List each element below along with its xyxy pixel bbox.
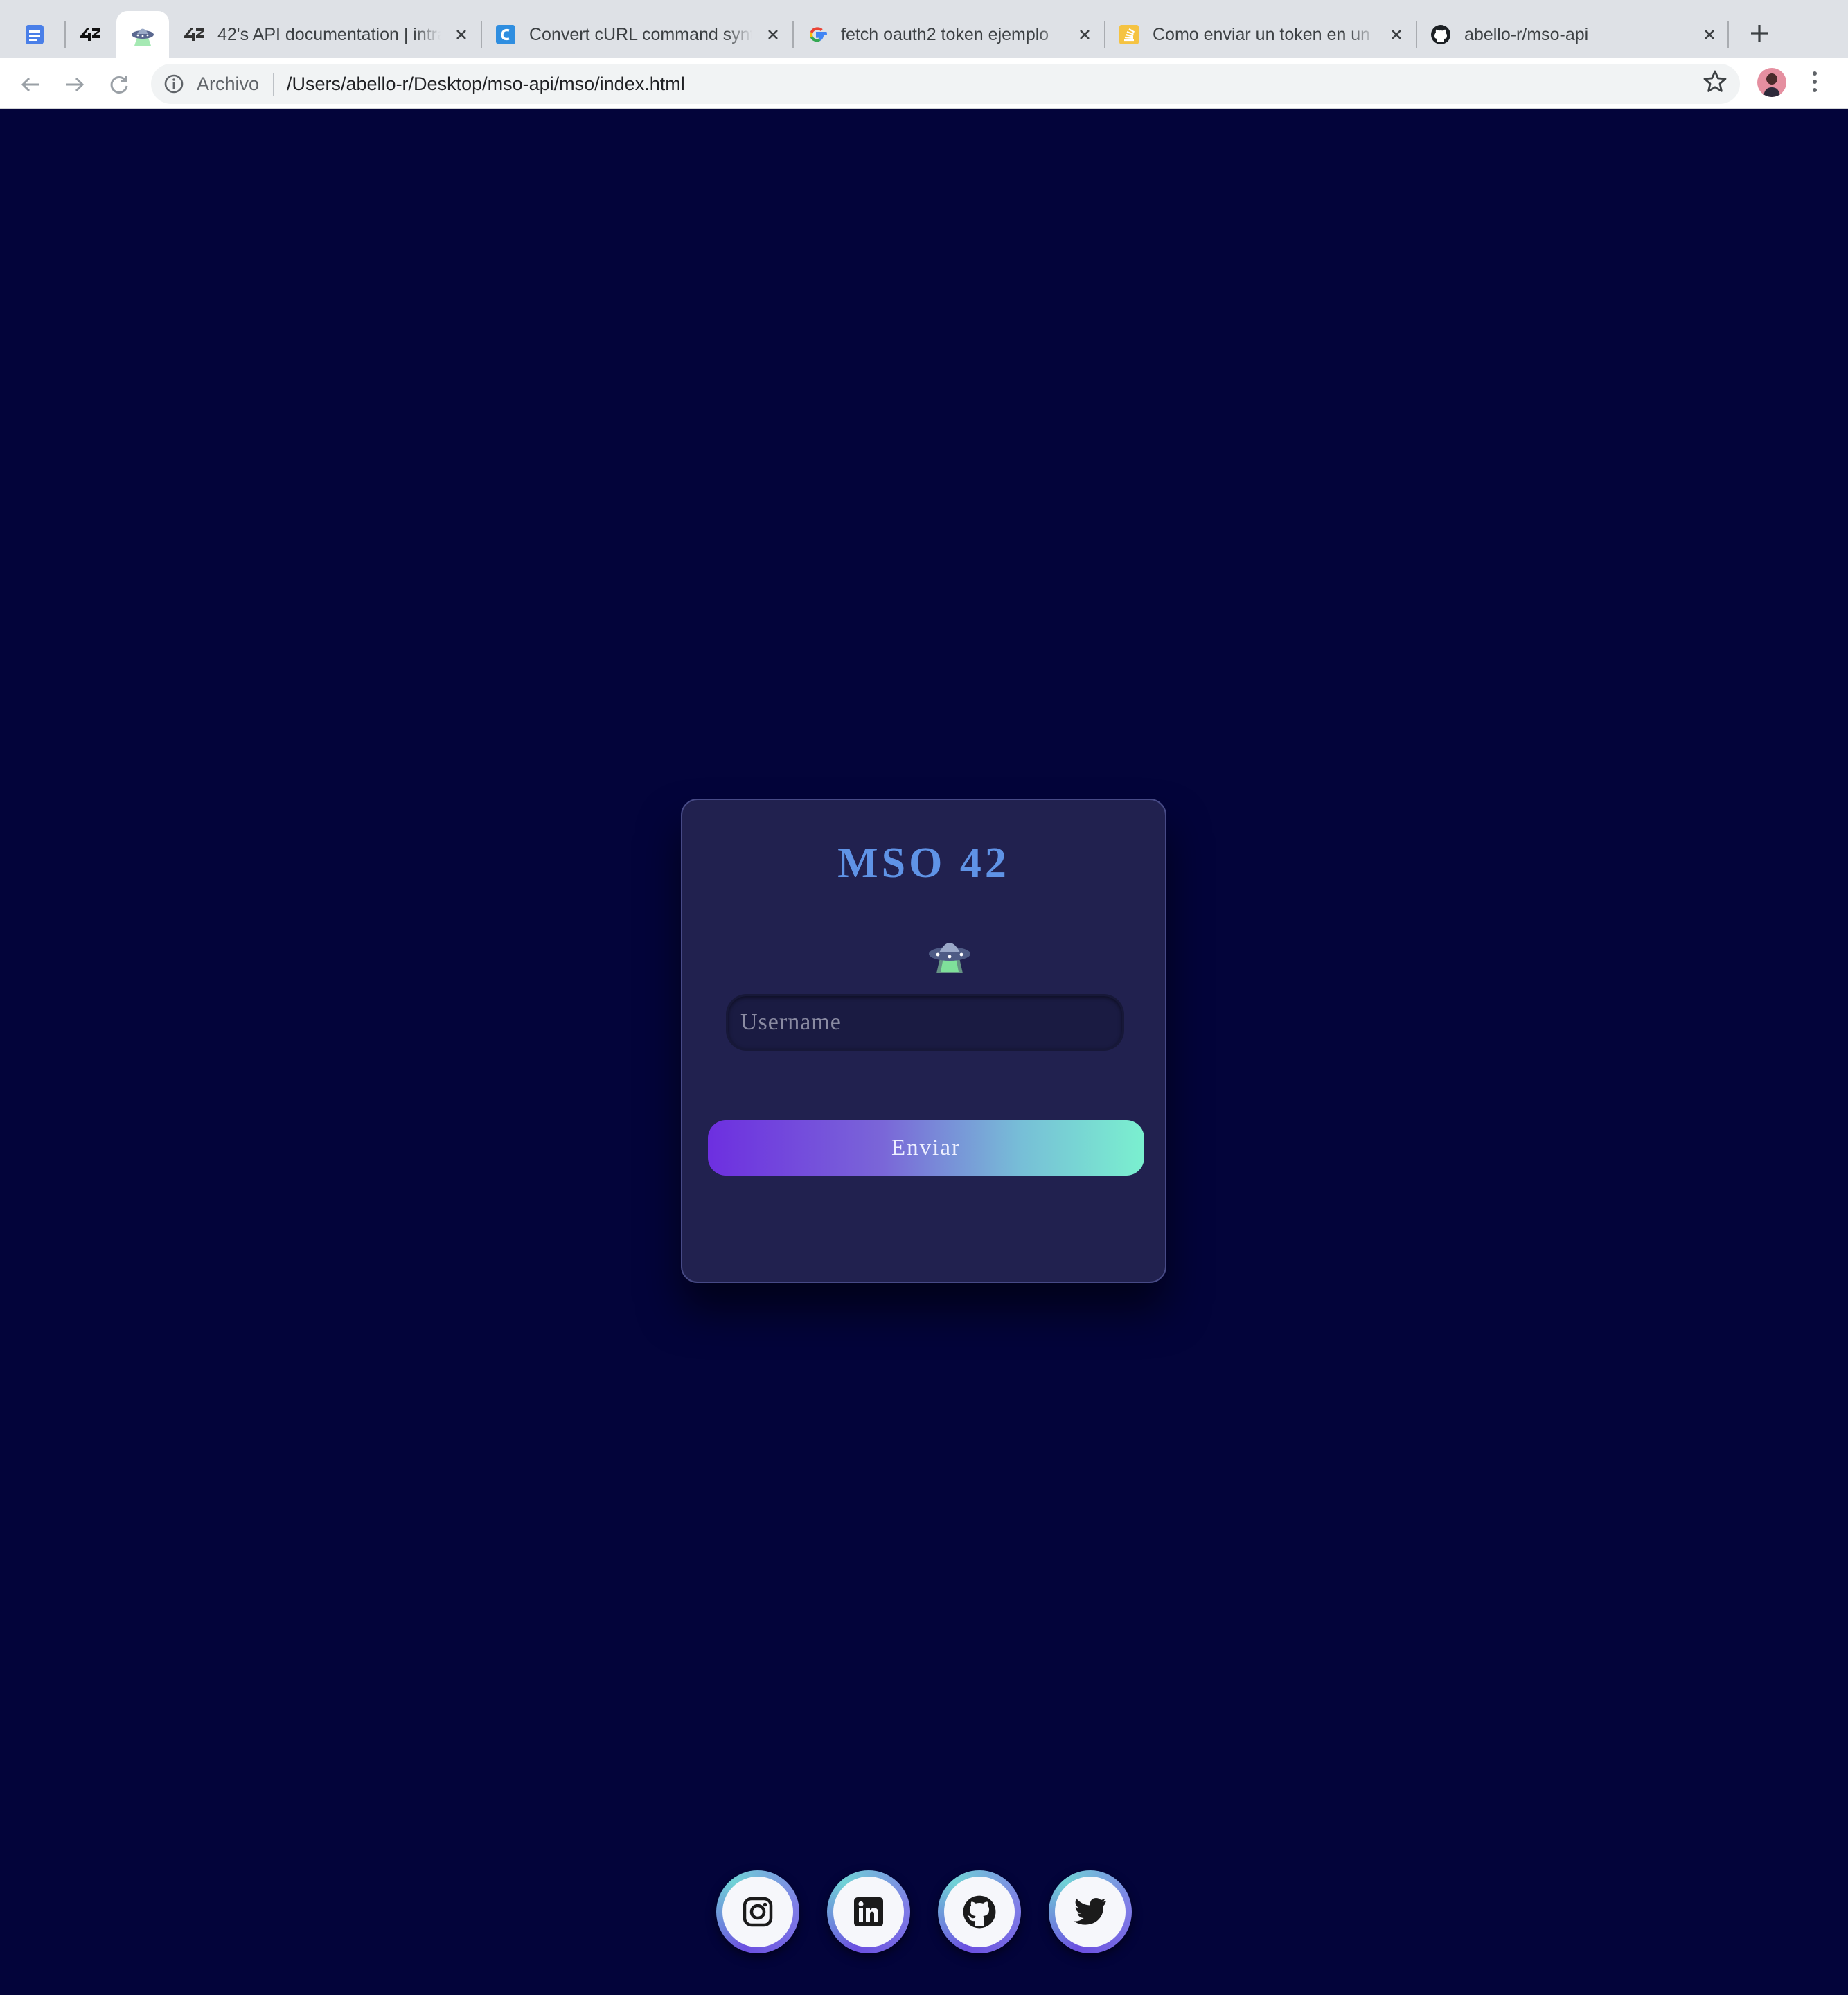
reload-button[interactable] xyxy=(105,71,133,98)
tab-curl-converter[interactable]: Convert cURL command syntax xyxy=(493,11,791,58)
forward-button[interactable] xyxy=(61,71,89,98)
username-input[interactable] xyxy=(726,994,1124,1051)
curl-converter-icon xyxy=(493,22,518,47)
more-menu-icon[interactable] xyxy=(1809,69,1820,94)
social-links xyxy=(716,1870,1132,1953)
tab-separator xyxy=(1416,21,1417,48)
profile-avatar[interactable] xyxy=(1757,68,1786,97)
submit-button[interactable]: Enviar xyxy=(708,1120,1144,1176)
tab-title: abello-r/mso-api xyxy=(1464,24,1589,44)
tab-title: Como enviar un token en un header xyxy=(1153,24,1376,44)
google-icon xyxy=(805,22,830,47)
arrow-left-icon xyxy=(21,77,39,92)
page-title: MSO 42 xyxy=(837,840,1010,887)
github-icon xyxy=(963,1895,996,1928)
ufo-icon xyxy=(130,22,155,47)
github-link[interactable] xyxy=(938,1870,1021,1953)
close-icon[interactable] xyxy=(1701,26,1718,43)
42-logo-icon xyxy=(78,22,103,47)
instagram-link[interactable] xyxy=(716,1870,799,1953)
42-logo-icon xyxy=(181,22,206,47)
tab-stackoverflow[interactable]: Como enviar un token en un header xyxy=(1117,11,1414,58)
tab-title: 42's API documentation | intra xyxy=(217,24,441,44)
new-tab-button[interactable] xyxy=(1745,19,1773,47)
tab-title: fetch oauth2 token ejemplo xyxy=(841,24,1049,44)
info-icon[interactable] xyxy=(163,73,184,94)
address-url[interactable]: /Users/abello-r/Desktop/mso-api/mso/inde… xyxy=(287,73,685,95)
tab-42[interactable] xyxy=(78,11,108,58)
tab-separator xyxy=(792,21,794,48)
submit-button-label: Enviar xyxy=(891,1135,961,1160)
tab-42-api-docs[interactable]: 42's API documentation | intra xyxy=(181,11,479,58)
tab-separator xyxy=(1727,21,1729,48)
tab-separator xyxy=(1104,21,1105,48)
browser-toolbar: Archivo /Users/abello-r/Desktop/mso-api/… xyxy=(0,58,1848,109)
arrow-right-icon xyxy=(66,77,85,92)
github-icon xyxy=(1428,22,1453,47)
google-docs-icon xyxy=(22,22,47,47)
close-icon[interactable] xyxy=(765,26,781,43)
reload-icon xyxy=(110,76,128,94)
back-button[interactable] xyxy=(17,71,44,98)
tab-github-repo[interactable]: abello-r/mso-api xyxy=(1428,11,1727,58)
tab-google-docs[interactable] xyxy=(22,11,53,58)
address-scheme-label: Archivo xyxy=(197,73,260,94)
tab-separator xyxy=(481,21,482,48)
browser-tab-bar: 42's API documentation | intra Convert c… xyxy=(0,0,1848,58)
linkedin-icon xyxy=(854,1897,883,1926)
login-card: MSO 42 Enviar xyxy=(681,799,1166,1283)
instagram-icon xyxy=(743,1897,773,1927)
tab-google-search[interactable]: fetch oauth2 token ejemplo xyxy=(805,11,1103,58)
ufo-icon xyxy=(929,943,970,973)
bookmark-star-icon[interactable] xyxy=(1703,69,1727,94)
address-bar[interactable]: Archivo /Users/abello-r/Desktop/mso-api/… xyxy=(151,64,1740,104)
stackoverflow-icon xyxy=(1117,22,1141,47)
close-icon[interactable] xyxy=(1388,26,1405,43)
close-icon[interactable] xyxy=(453,26,470,43)
close-icon[interactable] xyxy=(1076,26,1093,43)
tab-separator xyxy=(64,21,66,48)
twitter-link[interactable] xyxy=(1049,1870,1132,1953)
tab-title: Convert cURL command syntax xyxy=(529,24,752,44)
plus-icon xyxy=(1751,25,1768,42)
linkedin-link[interactable] xyxy=(827,1870,910,1953)
tab-mso-active[interactable] xyxy=(116,11,169,58)
address-divider xyxy=(273,73,274,96)
twitter-icon xyxy=(1074,1898,1106,1925)
